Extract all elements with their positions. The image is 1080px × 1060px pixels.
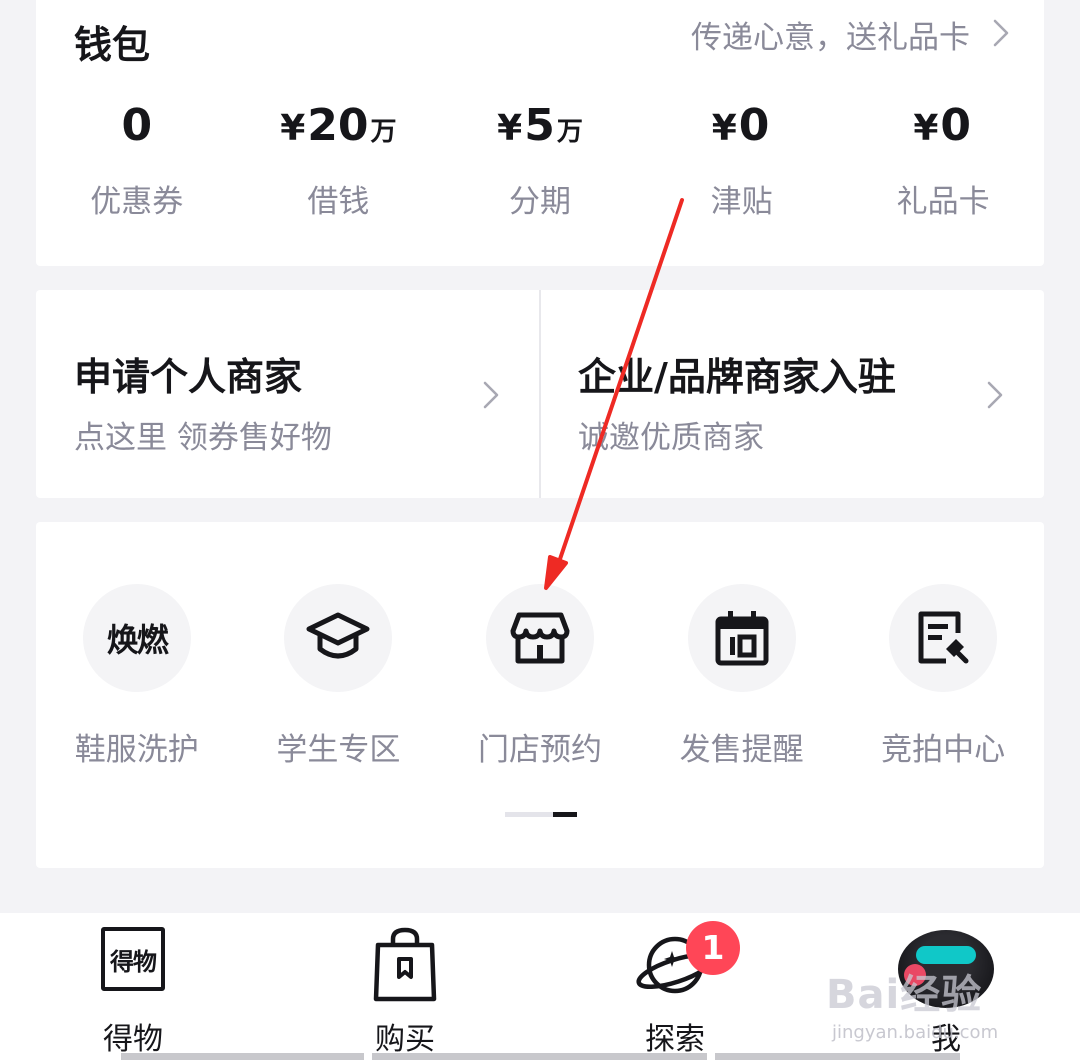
stat-allowance[interactable]: ¥ 0 津贴 [641, 100, 843, 221]
stat-number: 0 [738, 100, 770, 151]
stat-coupons[interactable]: 0 优惠券 [36, 100, 238, 221]
wallet-card: 钱包 传递心意，送礼品卡 0 优惠券 ¥ 20 万 借钱 ¥ 5 万 分期 ¥ … [36, 0, 1044, 266]
notification-badge: 1 [686, 921, 740, 975]
currency-symbol: ¥ [280, 108, 306, 149]
merchant-card: 申请个人商家 点这里 领券售好物 企业/品牌商家入驻 诚邀优质商家 [36, 290, 1044, 498]
storefront-icon [485, 584, 594, 692]
currency-symbol: ¥ [711, 108, 737, 149]
tab-dewu[interactable]: 得物 得物 [33, 913, 233, 1060]
stat-unit: 万 [370, 117, 397, 147]
dewu-logo-text: 得物 [101, 927, 165, 991]
shopping-bag-icon [372, 927, 438, 1007]
stat-installment[interactable]: ¥ 5 万 分期 [439, 100, 641, 221]
dewu-logo-icon: 得物 [101, 927, 165, 991]
stat-label: 礼品卡 [896, 184, 990, 220]
scroll-indicator [715, 1053, 960, 1060]
stat-number: 0 [940, 100, 972, 151]
tab-buy[interactable]: 购买 [305, 913, 505, 1060]
enterprise-merchant-subtitle: 诚邀优质商家 [578, 420, 764, 456]
scroll-indicator [121, 1053, 364, 1060]
currency-symbol: ¥ [913, 108, 939, 149]
auction-document-icon [889, 584, 998, 692]
chevron-right-icon [986, 380, 1004, 414]
currency-symbol: ¥ [497, 108, 523, 149]
chevron-right-icon [992, 18, 1010, 52]
enterprise-merchant-title: 企业/品牌商家入驻 [578, 355, 896, 399]
chevron-right-icon [482, 380, 500, 414]
service-label: 竞拍中心 [881, 732, 1006, 768]
stat-value: ¥ 5 万 [439, 100, 641, 160]
personal-merchant-title: 申请个人商家 [74, 355, 303, 399]
graduation-cap-icon [284, 584, 393, 692]
tab-label: 探索 [645, 1022, 705, 1057]
stat-value: ¥ 0 [842, 100, 1044, 160]
service-auction-center[interactable]: 竞拍中心 [842, 584, 1044, 769]
page-indicator-active [553, 812, 577, 817]
stat-value: ¥ 0 [641, 100, 843, 160]
scroll-indicator [372, 1053, 707, 1060]
tab-label: 得物 [103, 1022, 163, 1057]
services-card: 焕燃 鞋服洗护 学生专区 门店预约 发售提醒 竞拍中心 [36, 522, 1044, 868]
stat-value: 0 [36, 100, 238, 160]
stat-number: 20 [307, 100, 369, 151]
stat-number: 5 [524, 100, 555, 151]
page-indicator-inactive [505, 812, 553, 817]
huanzhuang-logo-text: 焕燃 [106, 621, 169, 659]
service-store-booking[interactable]: 门店预约 [439, 584, 641, 769]
enterprise-merchant-join[interactable]: 企业/品牌商家入驻 诚邀优质商家 [540, 290, 1044, 498]
wallet-stats: 0 优惠券 ¥ 20 万 借钱 ¥ 5 万 分期 ¥ 0 津贴 ¥ 0 礼品卡 [36, 100, 1044, 221]
stat-unit: 万 [556, 117, 583, 147]
stat-label: 优惠券 [90, 184, 184, 220]
tab-label: 购买 [375, 1022, 435, 1057]
stat-label: 津贴 [710, 184, 773, 220]
avatar-accent [904, 964, 926, 986]
stat-number: 0 [121, 100, 153, 151]
wallet-title: 钱包 [74, 23, 151, 67]
service-label: 鞋服洗护 [74, 732, 199, 768]
service-shoe-care[interactable]: 焕燃 鞋服洗护 [36, 584, 238, 769]
service-label: 学生专区 [276, 732, 401, 768]
avatar-visor [916, 946, 976, 964]
calendar-icon [687, 584, 796, 692]
personal-merchant-subtitle: 点这里 领券售好物 [74, 420, 332, 456]
avatar-icon[interactable] [898, 930, 994, 1008]
gift-card-link-text: 传递心意，送礼品卡 [691, 20, 970, 56]
stat-label: 借钱 [307, 184, 370, 220]
service-label: 发售提醒 [679, 732, 804, 768]
apply-personal-merchant[interactable]: 申请个人商家 点这里 领券售好物 [36, 290, 540, 498]
service-student-zone[interactable]: 学生专区 [238, 584, 440, 769]
service-label: 门店预约 [477, 732, 602, 768]
stat-gift-card[interactable]: ¥ 0 礼品卡 [842, 100, 1044, 221]
tab-explore[interactable]: 探索 [575, 913, 775, 1060]
huanzhuang-logo-icon: 焕燃 [82, 584, 191, 692]
page-indicator [505, 812, 577, 817]
stat-label: 分期 [508, 184, 571, 220]
services-row: 焕燃 鞋服洗护 学生专区 门店预约 发售提醒 竞拍中心 [36, 584, 1044, 769]
gift-card-link[interactable]: 传递心意，送礼品卡 [691, 12, 1010, 57]
stat-value: ¥ 20 万 [238, 100, 440, 160]
stat-loan[interactable]: ¥ 20 万 借钱 [238, 100, 440, 221]
tab-label: 我 [931, 1022, 961, 1057]
service-release-reminder[interactable]: 发售提醒 [641, 584, 843, 769]
